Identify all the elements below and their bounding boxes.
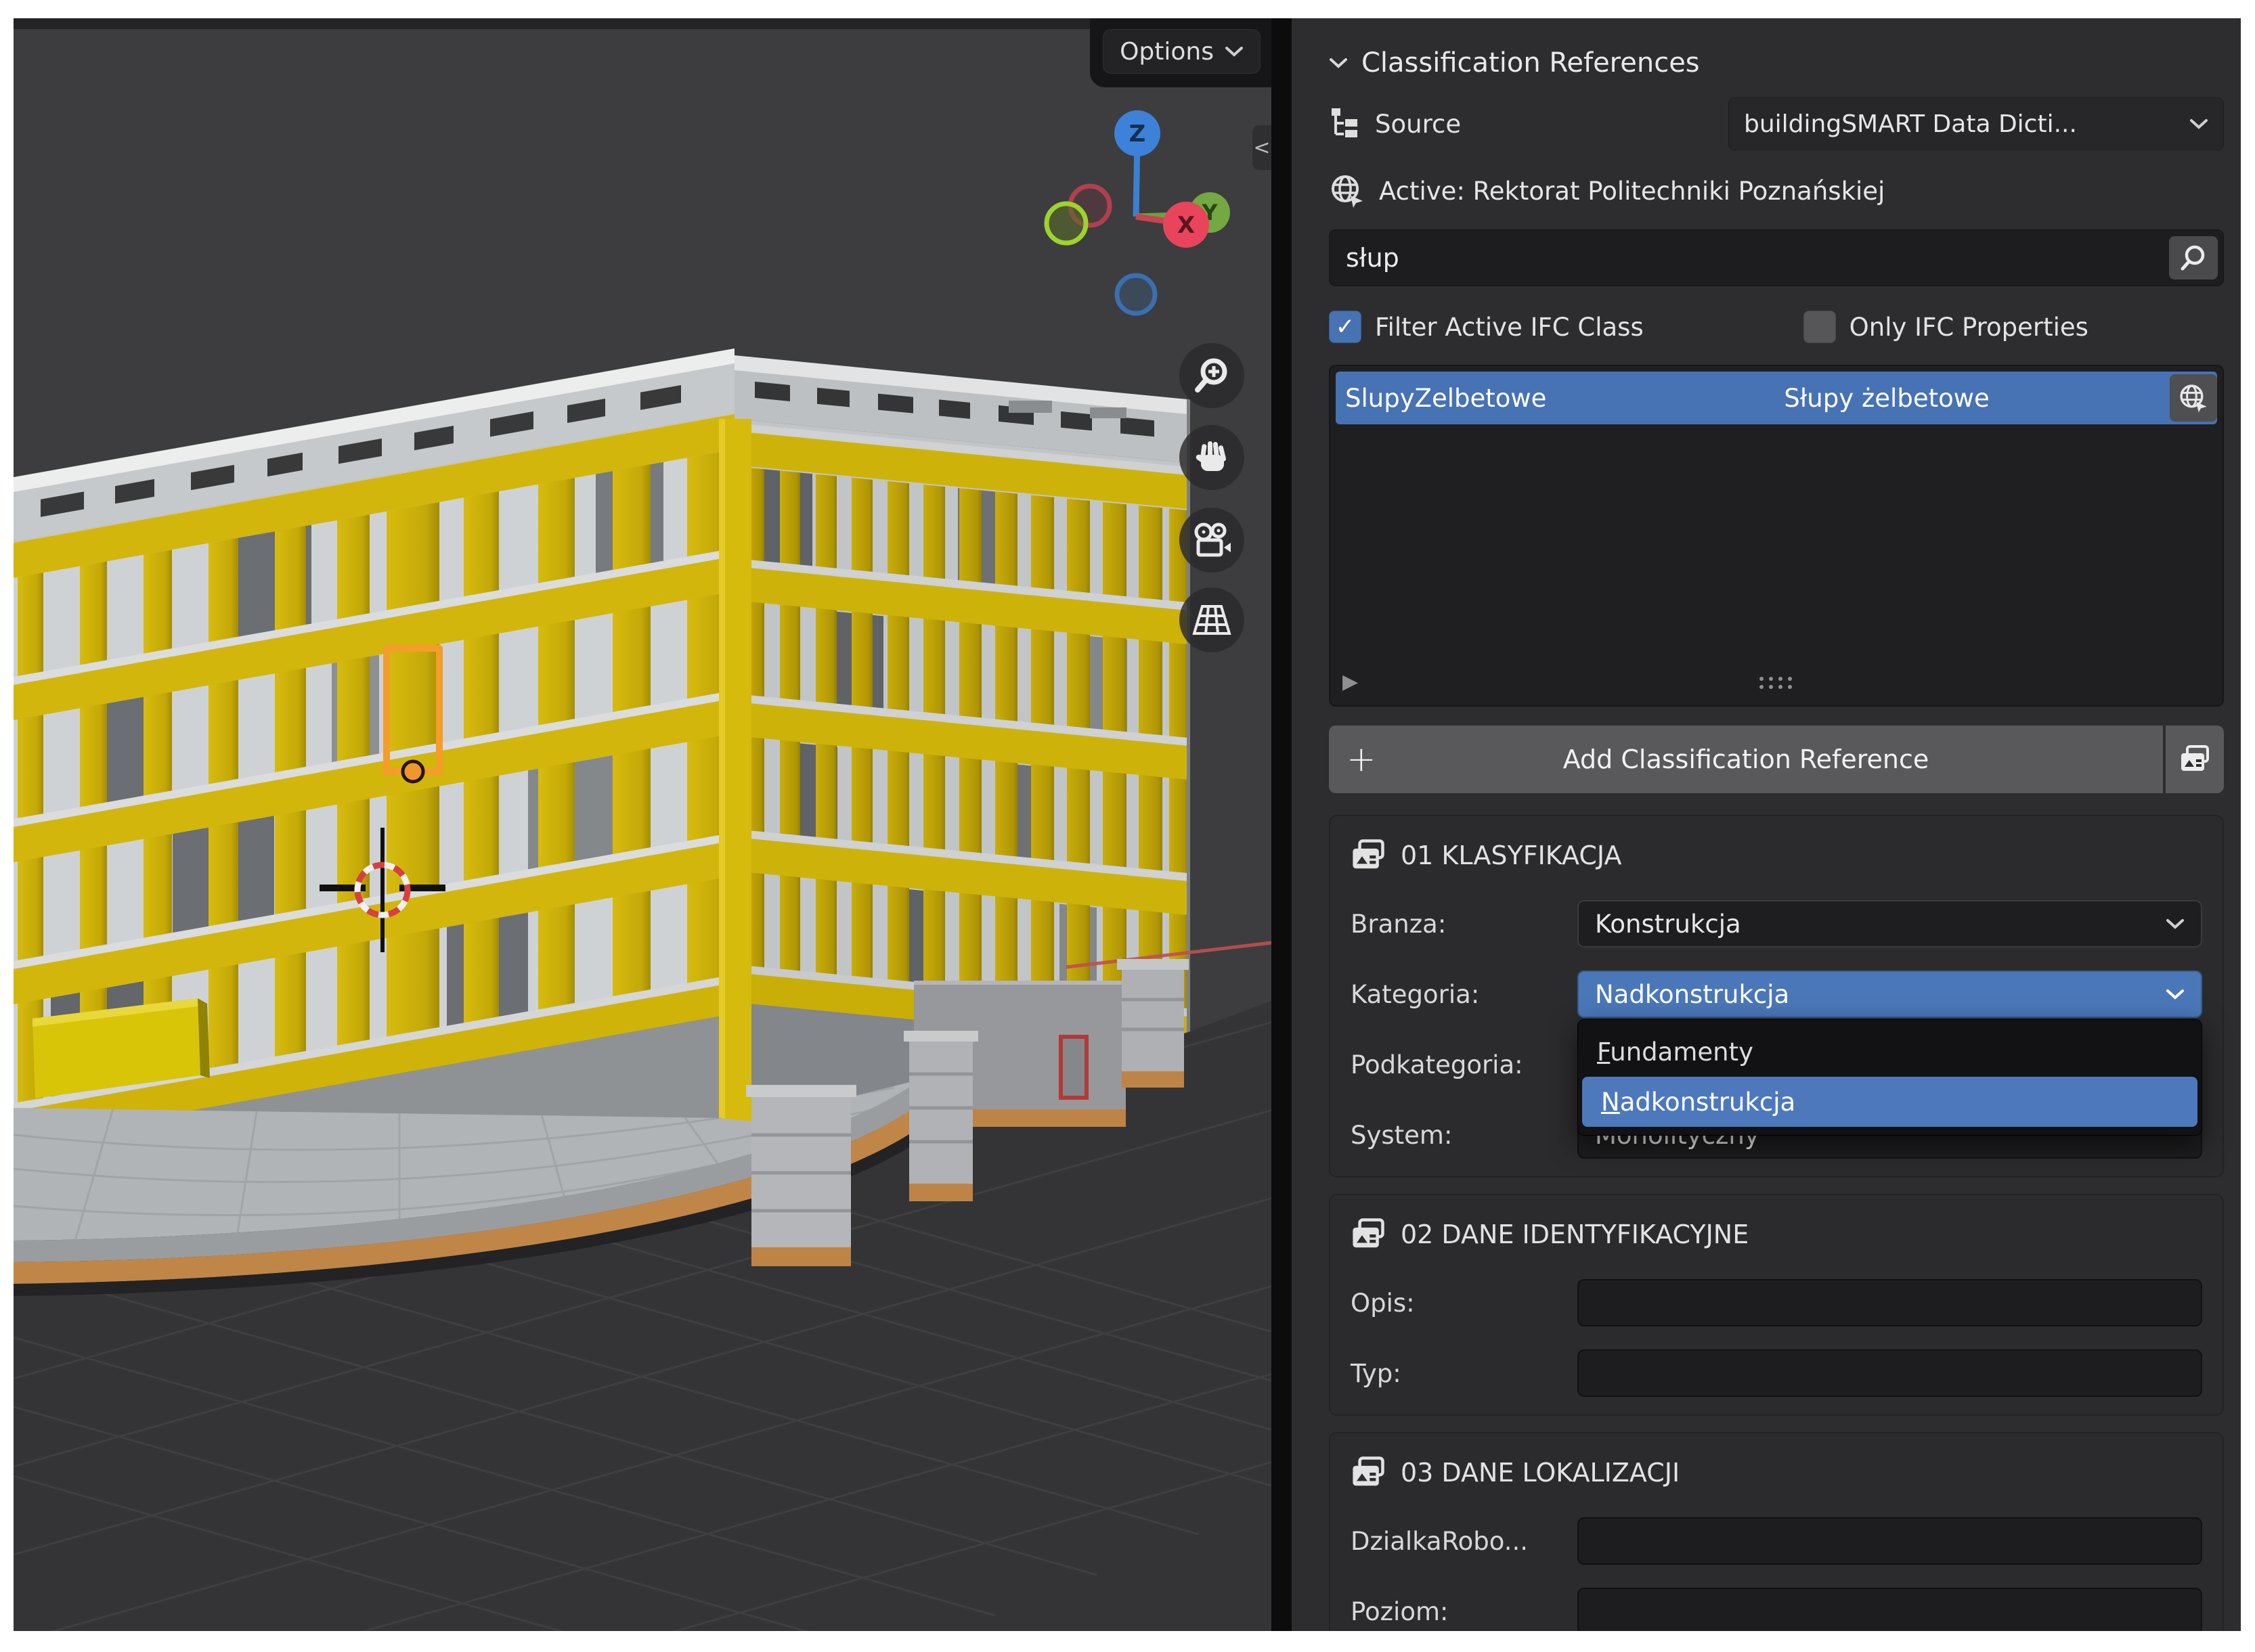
kategoria-label: Kategoria:	[1351, 979, 1480, 1009]
blender-window: Options Y X Z < Classification Reference…	[14, 18, 2241, 1631]
source-label: Source	[1375, 109, 1462, 139]
opis-label: Opis:	[1351, 1288, 1415, 1318]
navigation-gizmo[interactable]: Y X Z	[1043, 99, 1246, 323]
svg-text:Z: Z	[1129, 120, 1146, 148]
card-icon	[1353, 839, 1384, 869]
kategoria-select[interactable]: Nadkonstrukcja	[1577, 970, 2202, 1018]
chevron-down-icon	[2166, 989, 2184, 1000]
section-03-dane-lokalizacji: 03 DANE LOKALIZACJI DzialkaRobo... Pozio…	[1329, 1432, 2224, 1631]
hand-icon	[1196, 441, 1227, 471]
search-input[interactable]	[1344, 242, 2169, 273]
typ-field[interactable]	[1577, 1349, 2202, 1397]
panel-expand-chevron-icon[interactable]	[1329, 57, 1348, 69]
checkbox-unchecked-icon	[1803, 311, 1836, 343]
chevron-down-icon	[1225, 47, 1243, 57]
kategoria-value: Nadkonstrukcja	[1595, 979, 1790, 1009]
viewport-header-right: Options	[1090, 18, 1271, 87]
add-classification-reference-button[interactable]: + Add Classification Reference	[1329, 725, 2163, 793]
grid-toggle-button[interactable]	[1179, 587, 1244, 652]
classification-reference-list: SlupyZelbetowe Słupy żelbetowe ▶	[1329, 365, 2224, 707]
chevron-down-icon	[2166, 919, 2184, 929]
row-identification: SlupyZelbetowe	[1345, 383, 1547, 413]
classification-panel: Classification References Source buildin…	[1292, 18, 2241, 1631]
globe-cursor-icon	[1332, 175, 1363, 208]
branza-value: Konstrukcja	[1595, 909, 1741, 939]
zoom-tool-button[interactable]	[1179, 343, 1244, 408]
system-label: System:	[1351, 1120, 1453, 1150]
outliner-icon	[1332, 108, 1357, 137]
grid-icon	[1192, 605, 1231, 635]
filter-active-ifc-class-checkbox[interactable]: ✓ Filter Active IFC Class	[1329, 311, 1803, 343]
branza-label: Branza:	[1351, 909, 1447, 939]
sidebar-collapse-handle[interactable]: <	[1252, 125, 1271, 170]
typ-label: Typ:	[1351, 1358, 1401, 1388]
menu-item-nadkonstrukcja[interactable]: Nadkonstrukcja	[1582, 1077, 2197, 1127]
row-globe-button[interactable]	[2170, 374, 2217, 422]
collapse-chevron: <	[1253, 135, 1271, 160]
only-ifc-properties-checkbox[interactable]: Only IFC Properties	[1803, 311, 2088, 343]
section-02-dane-identyfikacyjne: 02 DANE IDENTYFIKACYJNE Opis: Typ:	[1329, 1194, 2224, 1416]
section-heading: 03 DANE LOKALIZACJI	[1401, 1458, 1680, 1488]
list-resize-grip[interactable]	[1756, 674, 1797, 692]
3d-viewport[interactable]: Options Y X Z <	[14, 18, 1271, 1631]
search-button[interactable]	[2169, 236, 2218, 280]
card-icon	[2181, 745, 2209, 771]
viewport-header-strip	[14, 18, 1271, 29]
card-icon	[1353, 1456, 1384, 1486]
options-label: Options	[1120, 37, 1214, 66]
screenshot-root: { "viewport": { "options_button": "Optio…	[0, 0, 2255, 1652]
checkbox-label: Only IFC Properties	[1849, 312, 2088, 342]
branza-select[interactable]: Konstrukcja	[1577, 900, 2202, 947]
chevron-down-icon	[2190, 119, 2208, 129]
magnifier-plus-icon	[1195, 358, 1227, 393]
card-icon	[1353, 1218, 1384, 1248]
source-value: buildingSMART Data Dicti...	[1744, 110, 2077, 138]
object-origin-dot	[401, 759, 425, 784]
list-disclosure-triangle-icon[interactable]: ▶	[1342, 670, 1358, 694]
axis-neg-y-ball[interactable]	[1044, 201, 1089, 246]
kategoria-dropdown-menu: Fundamenty Nadkonstrukcja	[1577, 1019, 2202, 1136]
dzialka-field[interactable]	[1577, 1517, 2202, 1565]
axis-z-ball[interactable]: Z	[1114, 110, 1160, 156]
add-button-label: Add Classification Reference	[1562, 744, 1929, 774]
poziom-label: Poziom:	[1351, 1597, 1449, 1626]
options-button[interactable]: Options	[1103, 29, 1261, 74]
axis-neg-z-ball[interactable]	[1114, 273, 1158, 316]
pan-tool-button[interactable]	[1179, 425, 1244, 490]
row-name: Słupy żelbetowe	[1784, 383, 1990, 413]
source-dropdown[interactable]: buildingSMART Data Dicti...	[1728, 97, 2224, 150]
list-footer: ▶	[1330, 667, 2223, 698]
svg-text:X: X	[1177, 212, 1195, 239]
camera-view-button[interactable]	[1179, 508, 1244, 573]
menu-item-fundamenty[interactable]: Fundamenty	[1578, 1027, 2202, 1077]
red-door	[1059, 1035, 1089, 1100]
camera-icon	[1194, 522, 1231, 557]
section-heading: 01 KLASYFIKACJA	[1401, 841, 1622, 870]
search-bar	[1329, 229, 2224, 286]
active-classification-text: Active: Rektorat Politechniki Poznańskie…	[1379, 176, 1885, 206]
editor-divider[interactable]	[1271, 18, 1292, 1631]
opis-field[interactable]	[1577, 1279, 2202, 1326]
section-heading: 02 DANE IDENTYFIKACYJNE	[1401, 1220, 1749, 1249]
axis-x-ball[interactable]: X	[1163, 202, 1209, 248]
checkbox-label: Filter Active IFC Class	[1375, 312, 1644, 342]
dzialka-label: DzialkaRobo...	[1351, 1526, 1529, 1556]
list-row-slupy-zelbetowe[interactable]: SlupyZelbetowe Słupy żelbetowe	[1336, 372, 2217, 424]
search-icon	[2181, 245, 2205, 271]
panel-title: Classification References	[1361, 47, 1700, 79]
podkategoria-label: Podkategoria:	[1351, 1050, 1523, 1079]
checkbox-checked-icon: ✓	[1329, 311, 1361, 343]
globe-cursor-icon	[2180, 384, 2207, 413]
poziom-field[interactable]	[1577, 1588, 2202, 1631]
section-01-klasyfikacja: 01 KLASYFIKACJA Branza: Konstrukcja Kate…	[1329, 815, 2224, 1178]
classification-extra-button[interactable]	[2166, 725, 2224, 793]
